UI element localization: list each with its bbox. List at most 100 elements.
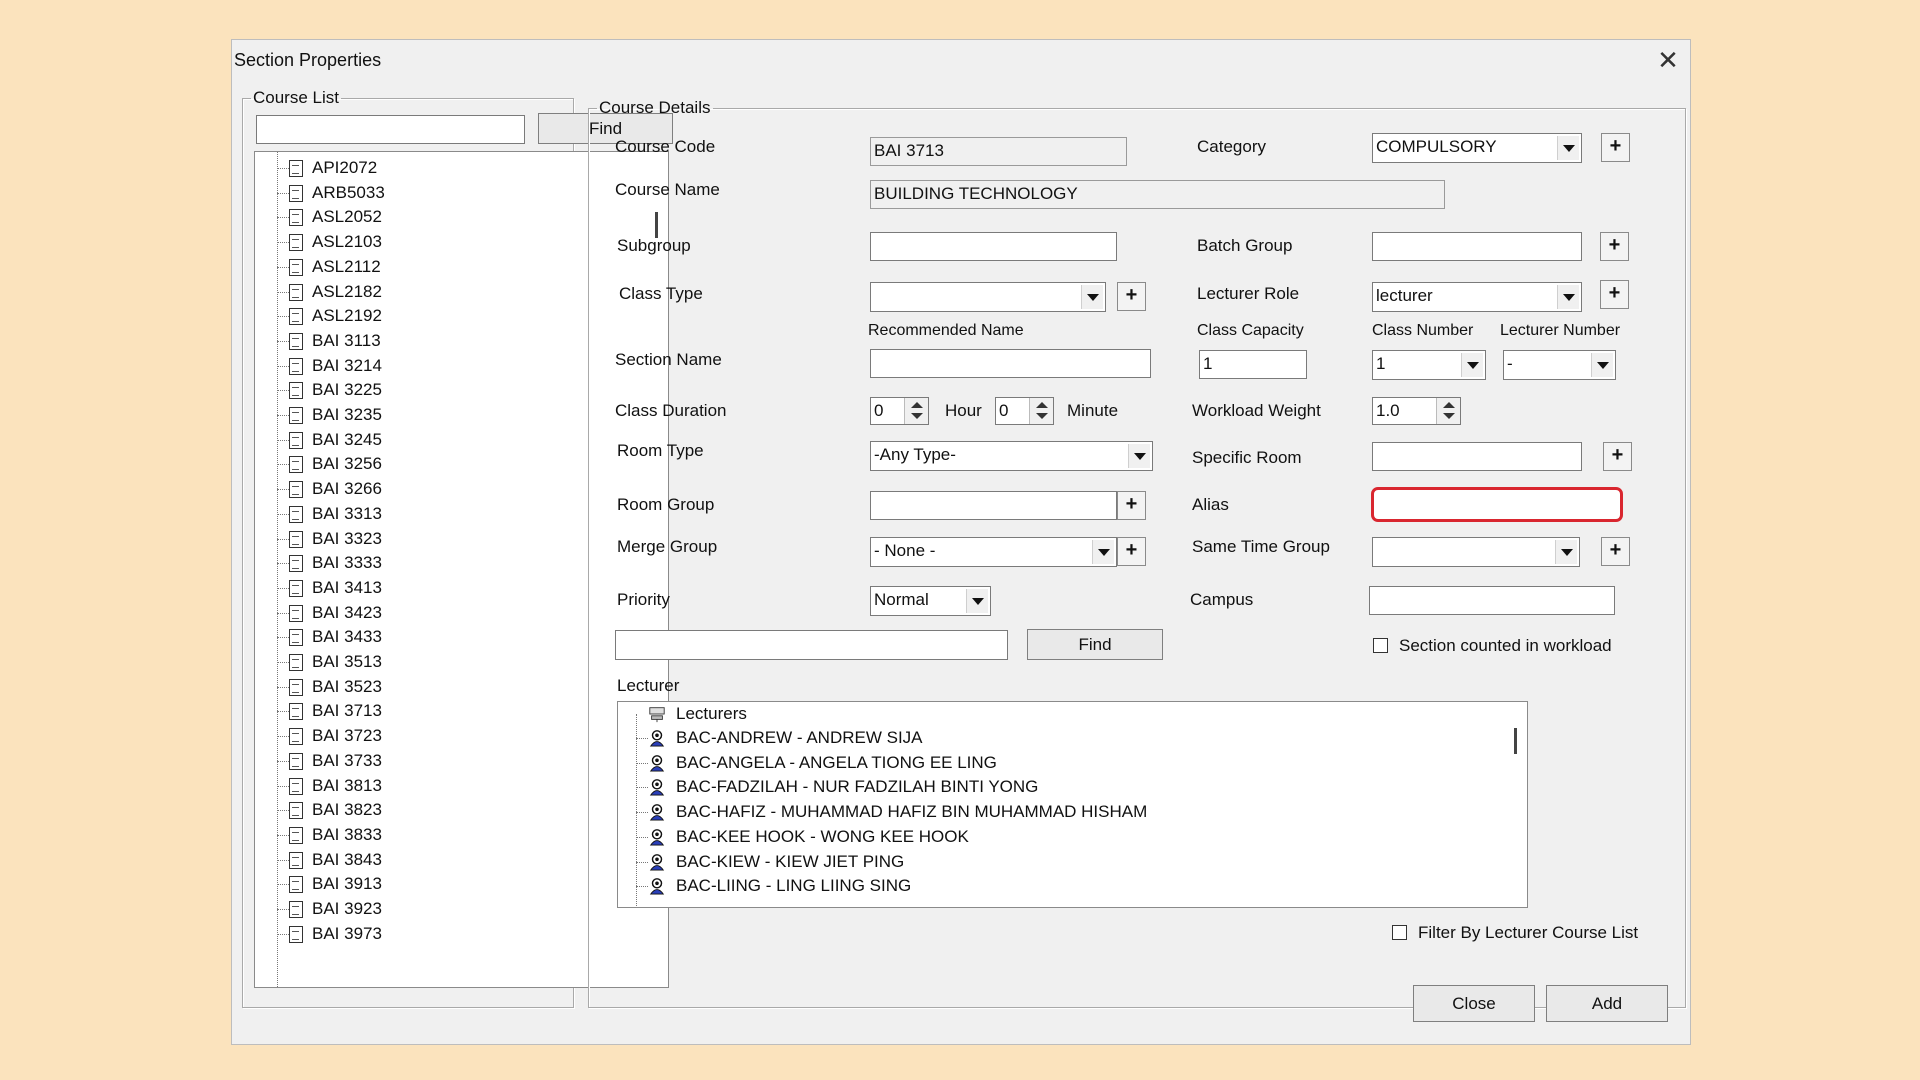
course-list-item[interactable]: BAI 3214 — [255, 354, 645, 378]
class-capacity-input[interactable]: 1 — [1199, 350, 1307, 379]
batch-group-input[interactable] — [1372, 232, 1582, 261]
lecturer-person-icon — [648, 803, 666, 821]
course-list-item[interactable]: ASL2052 — [255, 205, 645, 229]
category-select[interactable]: COMPULSORY — [1372, 133, 1582, 163]
lecturer-list-scrollbar[interactable] — [1514, 728, 1517, 754]
add-room-group-button[interactable]: + — [1117, 491, 1146, 520]
section-name-input[interactable] — [870, 349, 1151, 378]
lecturer-label: Lecturer — [617, 676, 680, 695]
course-code-text: BAI 3413 — [312, 577, 382, 597]
spin-arrows-icon[interactable] — [904, 398, 928, 424]
specific-room-input[interactable] — [1372, 442, 1582, 471]
course-list-item[interactable]: ASL2103 — [255, 230, 645, 254]
course-list-item[interactable]: BAI 3333 — [255, 551, 645, 575]
course-list-item[interactable]: BAI 3833 — [255, 823, 645, 847]
chevron-down-icon — [1092, 540, 1114, 564]
document-icon — [289, 629, 303, 647]
hour-spinner[interactable]: 0 — [870, 397, 929, 425]
course-list-item[interactable]: BAI 3256 — [255, 452, 645, 476]
course-list-item[interactable]: BAI 3266 — [255, 477, 645, 501]
lecturer-number-select[interactable]: - — [1503, 350, 1616, 380]
course-list-item[interactable]: BAI 3245 — [255, 428, 645, 452]
workload-weight-spinner[interactable]: 1.0 — [1372, 397, 1461, 425]
lecturers-root-node[interactable]: Lecturers — [618, 702, 1498, 726]
course-list-item[interactable]: BAI 3113 — [255, 329, 645, 353]
course-list-item[interactable]: ASL2112 — [255, 255, 645, 279]
same-time-group-select[interactable] — [1372, 537, 1580, 567]
close-button[interactable]: Close — [1413, 985, 1535, 1022]
course-list-item[interactable]: BAI 3413 — [255, 576, 645, 600]
course-list-item[interactable]: BAI 3823 — [255, 798, 645, 822]
class-type-select[interactable] — [870, 282, 1106, 312]
lecturer-role-label: Lecturer Role — [1197, 284, 1300, 303]
spin-arrows-icon[interactable] — [1436, 398, 1460, 424]
minute-value: 0 — [999, 401, 1009, 420]
lecturer-person-icon — [648, 729, 666, 747]
course-list-item[interactable]: BAI 3923 — [255, 897, 645, 921]
course-list-item[interactable]: BAI 3523 — [255, 675, 645, 699]
course-list-item[interactable]: BAI 3913 — [255, 872, 645, 896]
campus-input[interactable] — [1369, 586, 1615, 615]
course-list-item[interactable]: BAI 3225 — [255, 378, 645, 402]
document-icon — [289, 851, 303, 869]
merge-group-select[interactable]: - None - — [870, 537, 1117, 567]
course-list-item[interactable]: ARB5033 — [255, 181, 645, 205]
lecturer-list-item[interactable]: BAC-KIEW - KIEW JIET PING — [618, 850, 1498, 874]
lecturer-find-button[interactable]: Find — [1027, 629, 1163, 660]
course-code-text: BAI 3973 — [312, 923, 382, 943]
spin-arrows-icon[interactable] — [1029, 398, 1053, 424]
chevron-down-icon — [1081, 285, 1103, 309]
add-button[interactable]: Add — [1546, 985, 1668, 1022]
course-list-item[interactable]: BAI 3235 — [255, 403, 645, 427]
lecturer-list-item[interactable]: BAC-ANDREW - ANDREW SIJA — [618, 726, 1498, 750]
course-list-item[interactable]: BAI 3973 — [255, 922, 645, 946]
add-batch-group-button[interactable]: + — [1600, 232, 1629, 261]
course-list-item[interactable]: BAI 3513 — [255, 650, 645, 674]
course-list-item[interactable]: API2072 — [255, 156, 645, 180]
lecturer-list-item[interactable]: BAC-KEE HOOK - WONG KEE HOOK — [618, 825, 1498, 849]
lecturer-list-item[interactable]: BAC-FADZILAH - NUR FADZILAH BINTI YONG — [618, 775, 1498, 799]
class-number-label: Class Number — [1372, 322, 1474, 339]
course-list-item[interactable]: BAI 3423 — [255, 601, 645, 625]
tree-connector — [636, 836, 648, 838]
room-type-select[interactable]: -Any Type- — [870, 441, 1153, 471]
filter-by-lecturer-checkbox[interactable] — [1392, 925, 1407, 940]
course-search-input[interactable] — [256, 115, 525, 144]
course-code-text: BAI 3214 — [312, 355, 382, 375]
close-icon[interactable]: ✕ — [1654, 46, 1682, 74]
course-list-item[interactable]: BAI 3313 — [255, 502, 645, 526]
lecturer-role-select[interactable]: lecturer — [1372, 282, 1582, 312]
add-merge-group-button[interactable]: + — [1117, 537, 1146, 566]
lecturer-search-input[interactable] — [615, 630, 1008, 660]
section-counted-label: Section counted in workload — [1399, 636, 1612, 655]
chevron-down-icon — [1591, 353, 1613, 377]
class-number-select[interactable]: 1 — [1372, 350, 1486, 380]
course-list-item[interactable]: BAI 3723 — [255, 724, 645, 748]
add-specific-room-button[interactable]: + — [1603, 442, 1632, 471]
course-list-item[interactable]: BAI 3733 — [255, 749, 645, 773]
add-lecturer-role-button[interactable]: + — [1600, 280, 1629, 309]
minute-label: Minute — [1067, 401, 1119, 420]
priority-select[interactable]: Normal — [870, 586, 991, 616]
alias-input[interactable] — [1371, 487, 1623, 522]
course-list-item[interactable]: BAI 3843 — [255, 848, 645, 872]
course-list-item[interactable]: BAI 3713 — [255, 699, 645, 723]
course-list-item[interactable]: BAI 3323 — [255, 527, 645, 551]
add-same-time-group-button[interactable]: + — [1601, 537, 1630, 566]
chevron-down-icon — [1557, 136, 1579, 160]
course-list-item[interactable]: BAI 3813 — [255, 774, 645, 798]
add-class-type-button[interactable]: + — [1117, 282, 1146, 311]
course-list-item[interactable]: ASL2182 — [255, 280, 645, 304]
chevron-down-icon — [1128, 444, 1150, 468]
course-list-item[interactable]: BAI 3433 — [255, 625, 645, 649]
course-list-item[interactable]: ASL2192 — [255, 304, 645, 328]
lecturer-list-item[interactable]: BAC-HAFIZ - MUHAMMAD HAFIZ BIN MUHAMMAD … — [618, 800, 1498, 824]
document-icon — [289, 703, 303, 721]
lecturer-list-item[interactable]: BAC-ANGELA - ANGELA TIONG EE LING — [618, 751, 1498, 775]
lecturer-list-item[interactable]: BAC-LIING - LING LIING SING — [618, 874, 1498, 898]
room-group-input[interactable] — [870, 491, 1117, 520]
section-counted-checkbox[interactable] — [1373, 638, 1388, 653]
subgroup-input[interactable] — [870, 232, 1117, 261]
add-category-button[interactable]: + — [1601, 133, 1630, 162]
minute-spinner[interactable]: 0 — [995, 397, 1054, 425]
